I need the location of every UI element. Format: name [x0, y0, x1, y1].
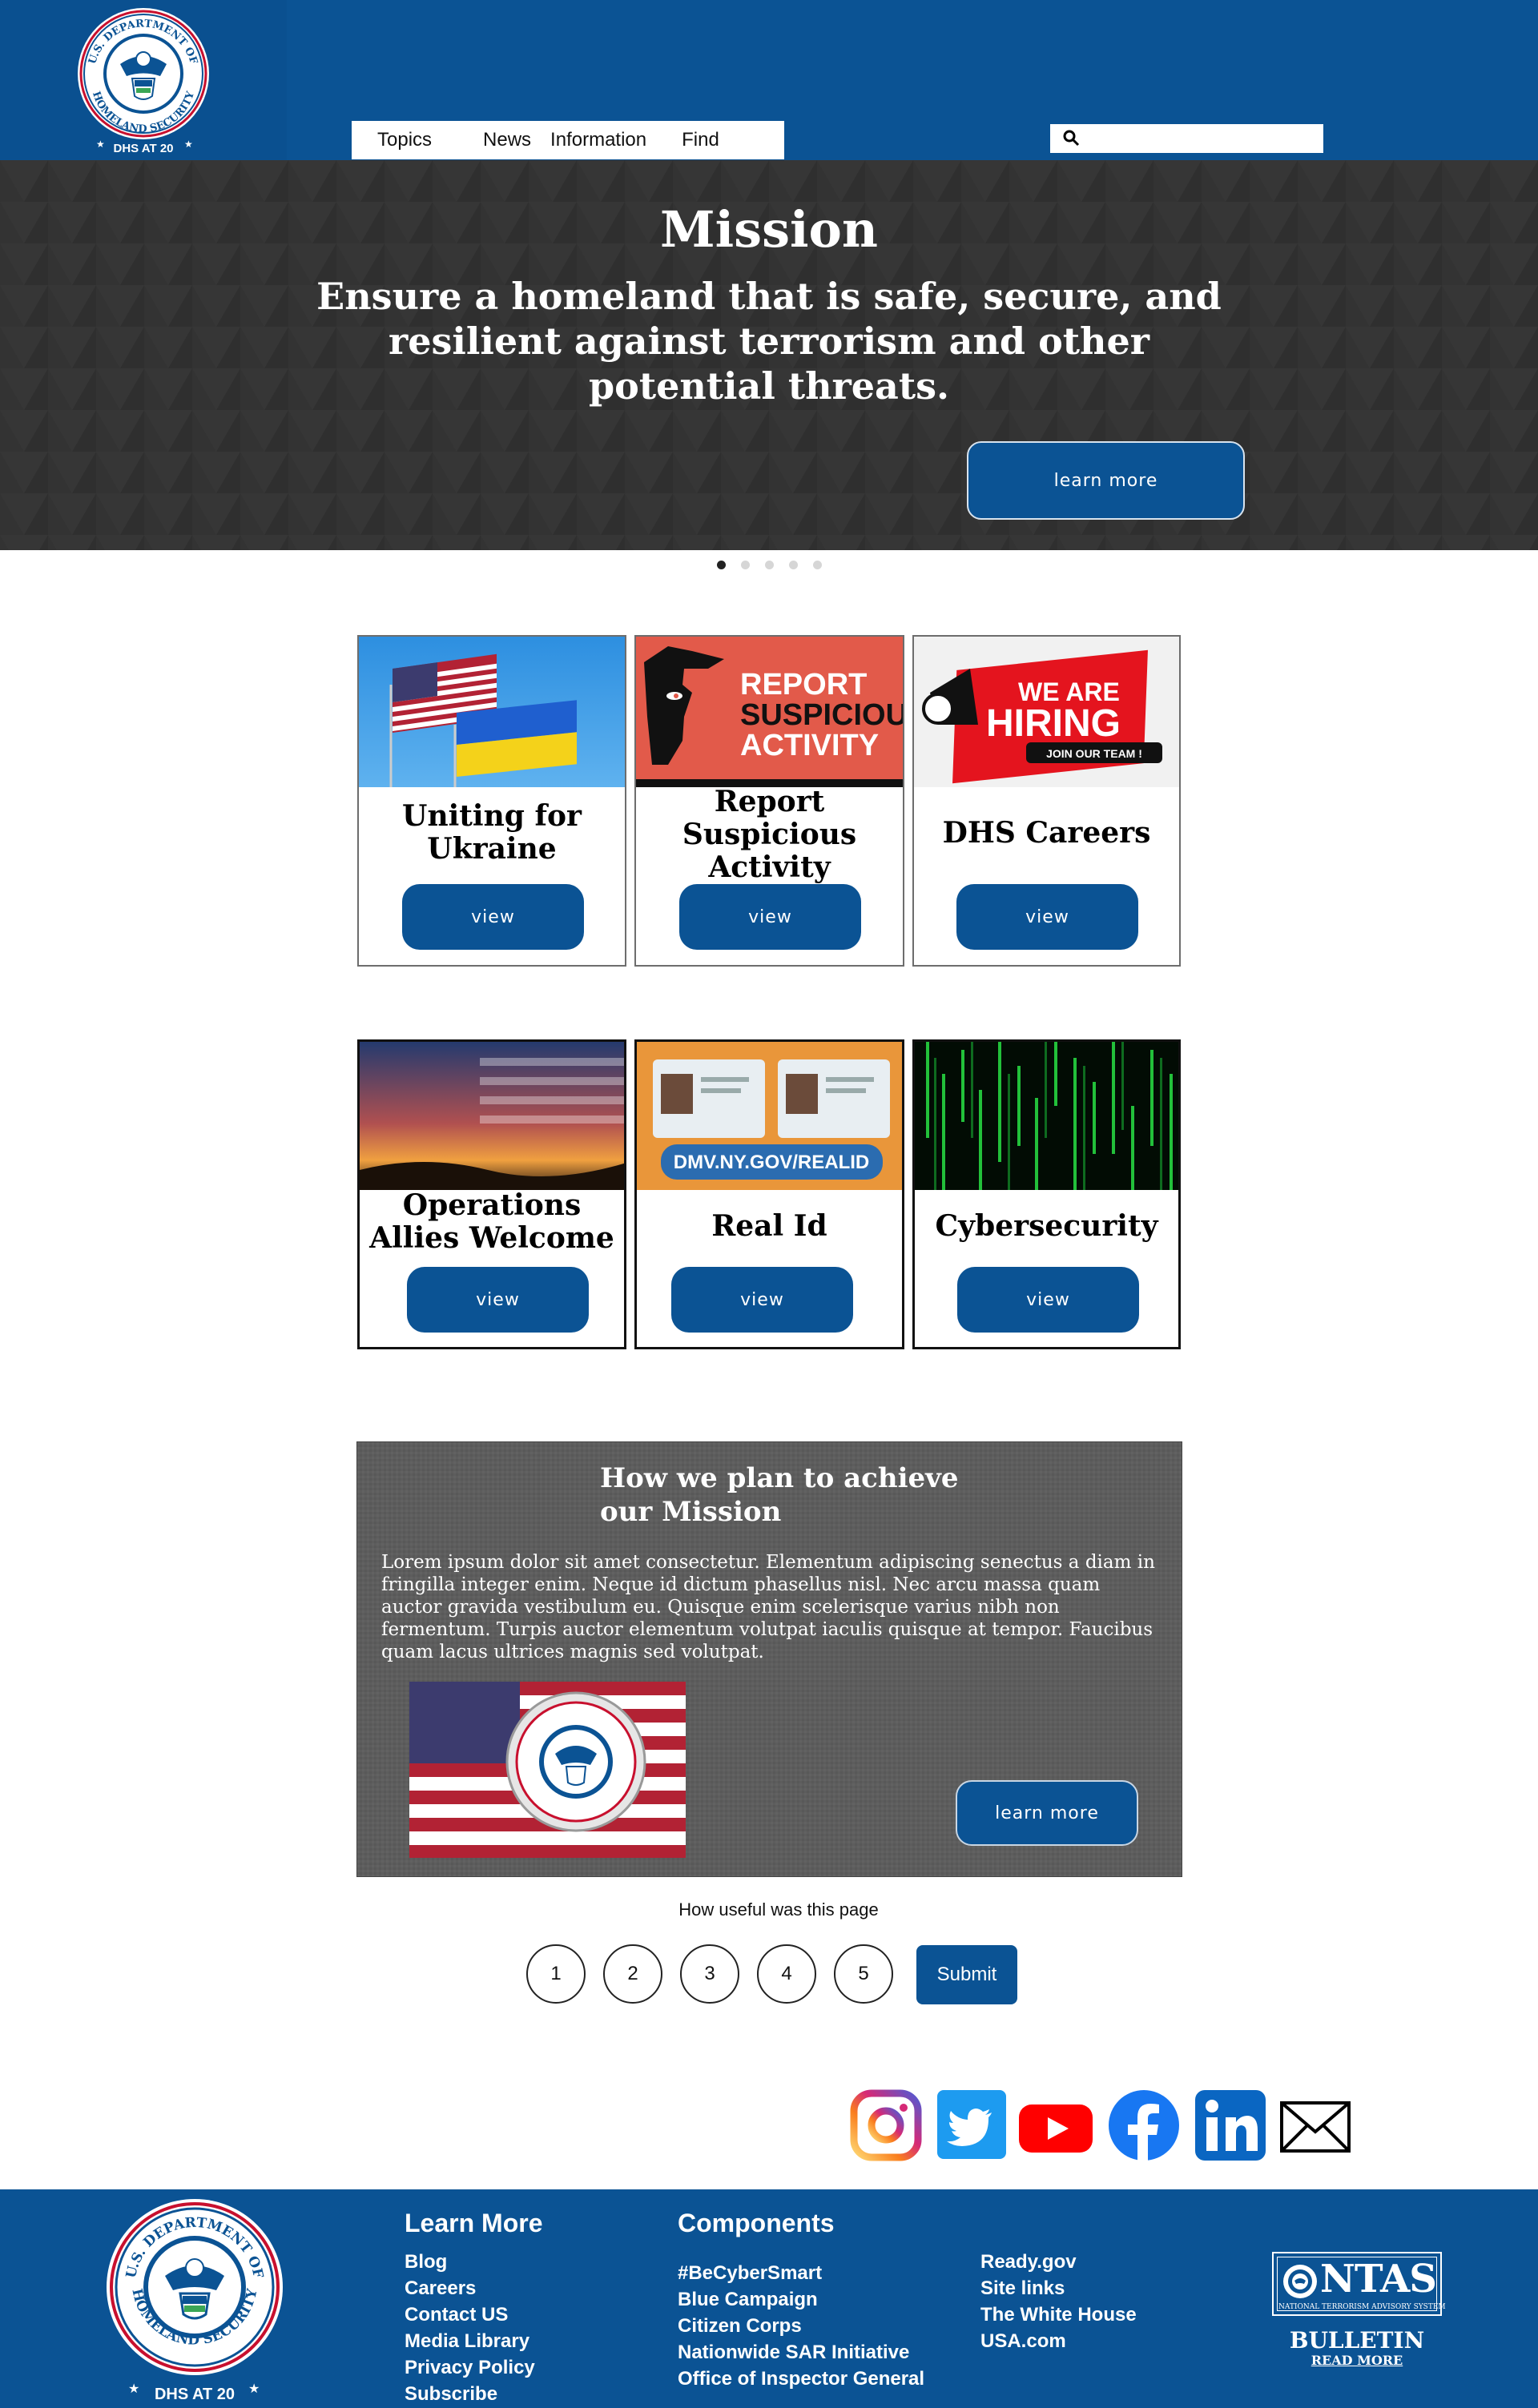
footer-link-nationwide-sar[interactable]: Nationwide SAR Initiative	[678, 2339, 909, 2366]
card-report-suspicious: REPORT SUSPICIOUS ACTIVITY Report Suspic…	[634, 635, 904, 967]
card-title: Cybersecurity	[935, 1209, 1158, 1243]
card-real-id: DMV.NY.GOV/REALID Real Id view	[634, 1039, 904, 1349]
footer-link-blog[interactable]: Blog	[405, 2249, 447, 2275]
ntas-subtitle: NATIONAL TERRORISM ADVISORY SYSTEM	[1278, 2303, 1446, 2311]
linkedin-icon[interactable]	[1194, 2088, 1267, 2162]
submit-button[interactable]: Submit	[916, 1945, 1017, 2004]
logo-area[interactable]: U.S. DEPARTMENT OF HOMELAND SECURITY DHS…	[0, 0, 287, 160]
rating-option-5[interactable]: 5	[834, 1944, 893, 2004]
footer-link-usa-com[interactable]: USA.com	[980, 2328, 1066, 2354]
svg-text:★: ★	[128, 2382, 139, 2396]
dhs-seal-logo[interactable]: U.S. DEPARTMENT OF HOMELAND SECURITY DHS…	[0, 0, 287, 160]
hiring-image: WE ARE HIRING JOIN OUR TEAM !	[914, 637, 1179, 787]
card-title: DHS Careers	[942, 816, 1151, 850]
view-button[interactable]: view	[957, 1267, 1139, 1333]
footer-dhs-seal-logo[interactable]: U.S. DEPARTMENT OF HOMELAND SECURITY DHS…	[103, 2193, 287, 2408]
svg-text:★: ★	[248, 2382, 260, 2396]
flag-seal-image	[409, 1682, 686, 1858]
seal-badge-text: DHS AT 20	[113, 142, 173, 155]
instagram-icon[interactable]	[849, 2088, 923, 2162]
footer-link-becybersmart[interactable]: #BeCyberSmart	[678, 2260, 822, 2286]
report-image-text-3: ACTIVITY	[740, 729, 879, 762]
carousel-dot-5[interactable]	[813, 561, 822, 569]
footer-link-subscribe[interactable]: Subscribe	[405, 2381, 497, 2407]
svg-text:★: ★	[96, 139, 105, 150]
rating-option-3[interactable]: 3	[680, 1944, 739, 2004]
card-title: Report Suspicious Activity	[682, 785, 857, 884]
card-cybersecurity: Cybersecurity view	[912, 1039, 1181, 1349]
ntas-title: NTAS	[1320, 2257, 1437, 2301]
card-title: Uniting for Ukraine	[402, 799, 582, 866]
ntas-bulletin: BULLETIN	[1289, 2327, 1425, 2354]
footer-link-white-house[interactable]: The White House	[980, 2301, 1137, 2328]
sunset-flag-image	[360, 1042, 624, 1190]
footer-link-privacy-policy[interactable]: Privacy Policy	[405, 2354, 535, 2381]
report-image-text-2: SUSPICIOUS	[740, 698, 903, 732]
rating-option-1[interactable]: 1	[526, 1944, 586, 2004]
hero-text: Ensure a homeland that is safe, secure, …	[316, 275, 1222, 408]
nav-topics[interactable]: Topics	[377, 129, 432, 151]
footer-link-site-links[interactable]: Site links	[980, 2275, 1065, 2301]
search-icon[interactable]	[1061, 128, 1082, 149]
card-title: Operations Allies Welcome	[369, 1188, 614, 1255]
search-input[interactable]	[1050, 124, 1323, 153]
twitter-icon[interactable]	[936, 2088, 1009, 2162]
hero-title: Mission	[660, 200, 878, 259]
hiring-text-3: JOIN OUR TEAM !	[1046, 747, 1142, 760]
footer-learn-more-heading: Learn More	[405, 2209, 543, 2237]
matrix-code-image	[915, 1042, 1178, 1190]
rating-option-4[interactable]: 4	[757, 1944, 816, 2004]
real-id-image-text: DMV.NY.GOV/REALID	[674, 1152, 870, 1173]
footer-link-blue-campaign[interactable]: Blue Campaign	[678, 2286, 818, 2313]
main-nav: Topics News Information Find	[352, 121, 784, 159]
ntas-read-more-link[interactable]: READ MORE	[1272, 2353, 1442, 2368]
plan-learn-more-button[interactable]: learn more	[956, 1780, 1138, 1846]
ntas-logo[interactable]: NTAS NATIONAL TERRORISM ADVISORY SYSTEM	[1272, 2252, 1446, 2316]
rating-option-2[interactable]: 2	[603, 1944, 662, 2004]
view-button[interactable]: view	[679, 884, 861, 950]
report-image-text-1: REPORT	[740, 668, 867, 701]
view-button[interactable]: view	[956, 884, 1138, 950]
svg-text:★: ★	[184, 139, 193, 150]
view-button[interactable]: view	[671, 1267, 853, 1333]
card-dhs-careers: WE ARE HIRING JOIN OUR TEAM ! DHS Career…	[912, 635, 1181, 967]
hiring-text-2: HIRING	[986, 702, 1121, 745]
real-id-image: DMV.NY.GOV/REALID	[637, 1042, 902, 1190]
email-icon[interactable]	[1278, 2088, 1352, 2162]
footer-seal-badge-text: DHS AT 20	[155, 2386, 235, 2403]
report-suspicious-image: REPORT SUSPICIOUS ACTIVITY	[636, 637, 903, 787]
footer-link-citizen-corps[interactable]: Citizen Corps	[678, 2313, 802, 2339]
card-title: Real Id	[711, 1209, 827, 1243]
search-box[interactable]	[1050, 124, 1323, 153]
footer-link-media-library[interactable]: Media Library	[405, 2328, 529, 2354]
footer-link-careers[interactable]: Careers	[405, 2275, 476, 2301]
plan-title: How we plan to achieve our Mission	[600, 1462, 959, 1528]
footer-link-contact[interactable]: Contact US	[405, 2301, 508, 2328]
youtube-icon[interactable]	[1019, 2088, 1093, 2162]
nav-news[interactable]: News	[483, 129, 531, 151]
view-button[interactable]: view	[407, 1267, 589, 1333]
carousel-dot-1[interactable]	[717, 561, 726, 569]
rating-question: How useful was this page	[678, 1899, 879, 1920]
card-ukraine: Uniting for Ukraine view	[357, 635, 626, 967]
carousel-dot-2[interactable]	[741, 561, 750, 569]
footer-link-ready-gov[interactable]: Ready.gov	[980, 2249, 1077, 2275]
carousel-dot-3[interactable]	[765, 561, 774, 569]
ukraine-flags-image	[359, 637, 625, 787]
nav-find[interactable]: Find	[682, 129, 719, 151]
view-button[interactable]: view	[402, 884, 584, 950]
ntas-seal-icon	[1283, 2265, 1317, 2298]
carousel-dot-4[interactable]	[789, 561, 798, 569]
footer-link-inspector-general[interactable]: Office of Inspector General	[678, 2366, 924, 2392]
facebook-icon[interactable]	[1107, 2088, 1181, 2162]
card-operations-allies: Operations Allies Welcome view	[357, 1039, 626, 1349]
plan-text: Lorem ipsum dolor sit amet consectetur. …	[381, 1552, 1155, 1662]
hero-learn-more-button[interactable]: learn more	[967, 441, 1245, 520]
nav-information[interactable]: Information	[550, 129, 646, 151]
footer-components-heading: Components	[678, 2209, 835, 2237]
